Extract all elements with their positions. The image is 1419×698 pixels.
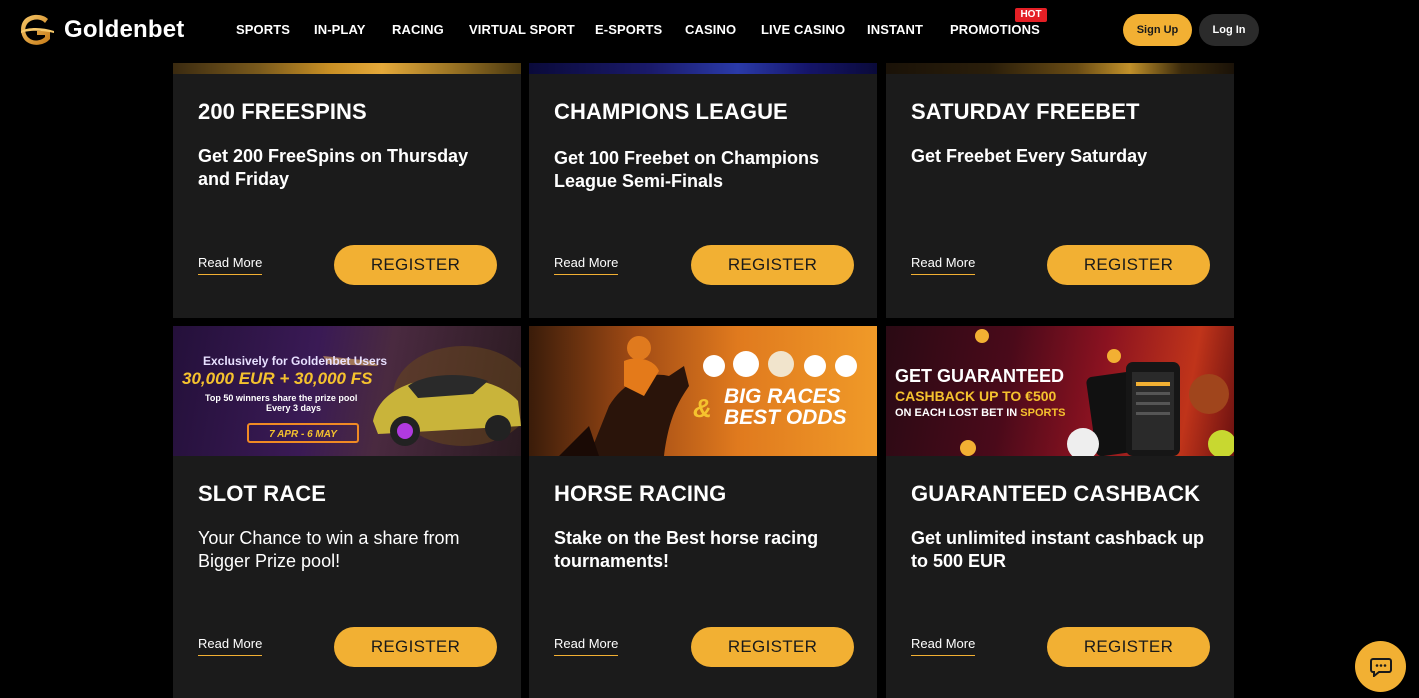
promo-banner-slot-race: Exclusively for Goldenbet Users 30,000 E…: [173, 326, 521, 456]
logo-text: Goldenbet: [64, 16, 185, 43]
banner-line-prefix: ON EACH LOST BET IN: [895, 407, 1021, 419]
read-more-link[interactable]: Read More: [554, 255, 619, 275]
goldenbet-logo-icon: [21, 14, 54, 45]
banner-line: BEST ODDS: [724, 406, 847, 429]
date-badge: 7 APR - 6 MAY: [247, 423, 359, 443]
banner-line: GET GUARANTEED: [895, 366, 1065, 386]
read-more-link[interactable]: Read More: [911, 255, 976, 275]
logo[interactable]: Goldenbet: [18, 12, 184, 48]
nav-instant[interactable]: INSTANT: [867, 22, 923, 37]
promo-card-slot-race: Exclusively for Goldenbet Users 30,000 E…: [173, 326, 521, 698]
nav-promotions[interactable]: PROMOTIONS: [950, 22, 1040, 37]
promo-description: Get 200 FreeSpins on Thursday and Friday: [198, 146, 469, 189]
nav-casino[interactable]: CASINO: [685, 22, 736, 37]
register-button[interactable]: REGISTER: [1047, 627, 1210, 667]
site-header: Goldenbet SPORTS IN-PLAY RACING VIRTUAL …: [0, 0, 1419, 63]
register-button[interactable]: REGISTER: [691, 627, 854, 667]
sign-up-button[interactable]: Sign Up: [1123, 14, 1192, 46]
promo-title: GUARANTEED CASHBACK: [911, 481, 1201, 506]
promo-description: Get unlimited instant cashback up to 500…: [911, 528, 1205, 571]
read-more-link[interactable]: Read More: [554, 636, 619, 656]
nav-racing[interactable]: RACING: [392, 22, 444, 37]
promo-title: CHAMPIONS LEAGUE: [554, 99, 788, 124]
promotions-page: Goldenbet SPORTS IN-PLAY RACING VIRTUAL …: [0, 0, 1419, 698]
register-button[interactable]: REGISTER: [334, 245, 497, 285]
nav-in-play[interactable]: IN-PLAY: [314, 22, 366, 37]
promo-description: Get Freebet Every Saturday: [911, 146, 1148, 166]
register-button[interactable]: REGISTER: [691, 245, 854, 285]
banner-line: ON EACH LOST BET IN SPORTS: [895, 407, 1066, 419]
nav-e-sports[interactable]: E-SPORTS: [595, 22, 662, 37]
promo-title: SATURDAY FREEBET: [911, 99, 1140, 124]
promo-description: Get 100 Freebet on Champions League Semi…: [554, 148, 820, 191]
banner-line: 30,000 EUR + 30,000 FS: [182, 369, 373, 388]
promo-card-horse-racing: & BIG RACES BEST ODDS HORSE RACING Stake…: [529, 326, 877, 698]
promo-title: SLOT RACE: [198, 481, 327, 506]
banner-line: Exclusively for Goldenbet Users: [203, 354, 388, 368]
promo-title: 200 FREESPINS: [198, 99, 367, 124]
promo-card-guaranteed-cashback: GET GUARANTEED CASHBACK UP TO €500 ON EA…: [886, 326, 1234, 698]
promo-description: Stake on the Best horse racing tournamen…: [554, 528, 819, 571]
register-button[interactable]: REGISTER: [1047, 245, 1210, 285]
promo-banner-guaranteed-cashback: GET GUARANTEED CASHBACK UP TO €500 ON EA…: [886, 326, 1234, 456]
hot-badge: HOT: [1015, 8, 1047, 22]
banner-line: Every 3 days: [266, 403, 322, 413]
promo-banner-horse-racing: & BIG RACES BEST ODDS: [529, 326, 877, 456]
promo-card-freespins: 200 FREESPINS Get 200 FreeSpins on Thurs…: [173, 40, 521, 318]
read-more-link[interactable]: Read More: [198, 255, 263, 275]
chat-icon: [1369, 657, 1392, 677]
promo-card-saturday-freebet: SATURDAY FREEBET Get Freebet Every Satur…: [886, 40, 1234, 318]
banner-amp: &: [693, 393, 712, 423]
nav-sports[interactable]: SPORTS: [236, 22, 290, 37]
nav-virtual-sport[interactable]: VIRTUAL SPORT: [469, 22, 575, 37]
promo-description: Your Chance to win a share from Bigger P…: [198, 528, 460, 571]
promo-card-champions-league: CHAMPIONS LEAGUE Get 100 Freebet on Cham…: [529, 40, 877, 318]
read-more-link[interactable]: Read More: [911, 636, 976, 656]
read-more-link[interactable]: Read More: [198, 636, 263, 656]
nav-live-casino[interactable]: LIVE CASINO: [761, 22, 845, 37]
banner-highlight: SPORTS: [1020, 407, 1066, 419]
live-chat-button[interactable]: [1355, 641, 1406, 692]
promo-title: HORSE RACING: [554, 481, 727, 506]
log-in-button[interactable]: Log In: [1199, 14, 1259, 46]
banner-line: CASHBACK UP TO €500: [895, 388, 1057, 404]
banner-line: Top 50 winners share the prize pool: [205, 393, 358, 403]
register-button[interactable]: REGISTER: [334, 627, 497, 667]
